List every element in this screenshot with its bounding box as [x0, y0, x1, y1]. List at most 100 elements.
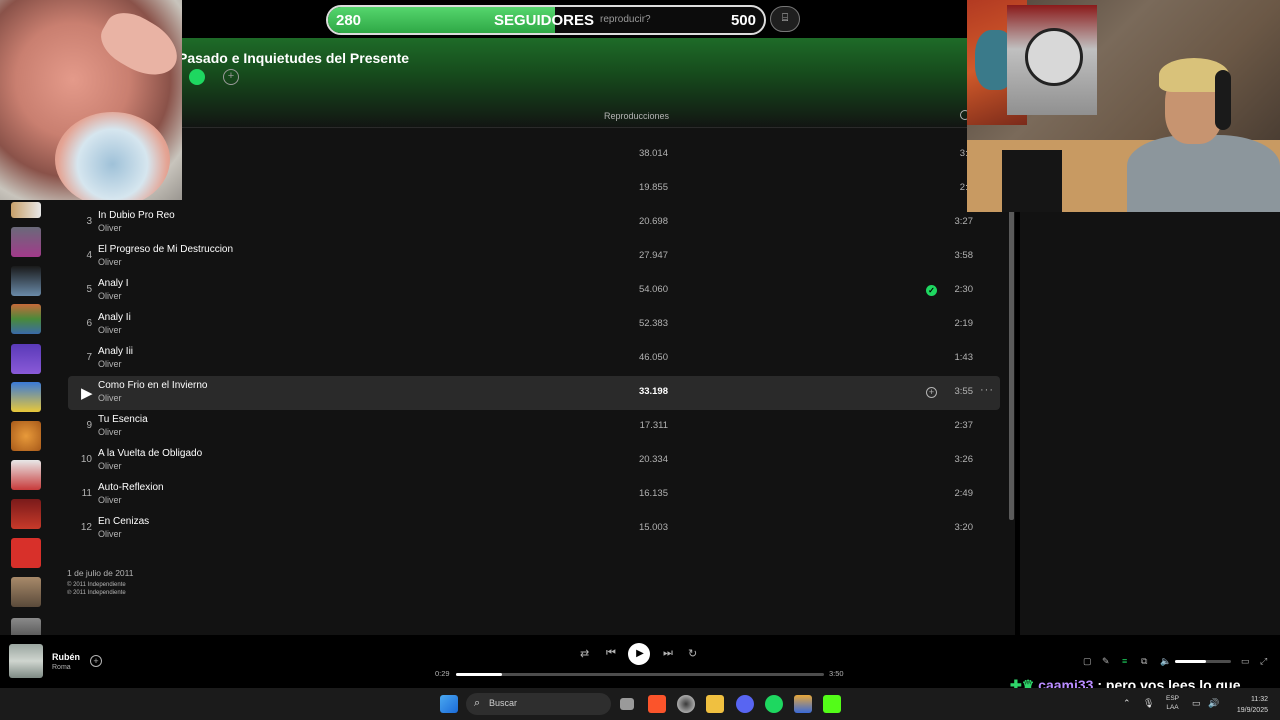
- volume-icon[interactable]: 🔈: [1160, 656, 1171, 667]
- track-plays: 19.855: [638, 182, 668, 193]
- track-title[interactable]: Analy Iii: [98, 346, 133, 357]
- track-title[interactable]: Como Frio en el Invierno: [98, 380, 208, 391]
- track-duration: 2:49: [954, 488, 974, 499]
- now-playing-artist[interactable]: Roma: [52, 664, 71, 671]
- track-row[interactable]: 3 In Dubio Pro Reo Oliver 20.698 3:27: [68, 206, 1000, 240]
- queue-icon[interactable]: ≡: [1122, 656, 1127, 666]
- library-item[interactable]: [11, 421, 41, 451]
- windows-icon[interactable]: [440, 695, 458, 713]
- track-duration: 3:27: [954, 216, 974, 227]
- connect-device-icon[interactable]: ⧉: [1141, 656, 1147, 667]
- add-icon[interactable]: +: [90, 655, 102, 667]
- screen: Pasado e Inquietudes del Presente + Repr…: [0, 0, 1280, 720]
- library-item[interactable]: [11, 266, 41, 296]
- track-artist[interactable]: Oliver: [98, 461, 122, 471]
- track-row[interactable]: 10 A la Vuelta de Obligado Oliver 20.334 3:2…: [68, 444, 1000, 478]
- follower-count-current: 280: [336, 12, 362, 29]
- language-indicator[interactable]: ESP LAA: [1166, 694, 1179, 712]
- playback-progress[interactable]: [456, 673, 824, 676]
- track-row[interactable]: 4 El Progreso de Mi Destruccion Oliver 27.9…: [68, 240, 1000, 274]
- track-artist[interactable]: Oliver: [98, 223, 122, 233]
- track-title[interactable]: Tu Esencia: [98, 414, 148, 425]
- more-options-icon[interactable]: ···: [980, 384, 994, 396]
- library-item[interactable]: [11, 499, 41, 529]
- track-row[interactable]: mos19.8552:1: [68, 172, 1000, 206]
- tracklist: 38.0143:4mos19.8552:1 3 In Dubio Pro Reo Ol…: [68, 138, 1000, 546]
- track-row[interactable]: 9 Tu Esencia Oliver 17.311 2:37: [68, 410, 1000, 444]
- save-icon[interactable]: ⌸: [770, 6, 800, 32]
- track-title[interactable]: In Dubio Pro Reo: [98, 210, 175, 221]
- track-title[interactable]: El Progreso de Mi Destruccion: [98, 244, 233, 255]
- shuffle-icon[interactable]: ⇄: [580, 647, 589, 660]
- miniplayer-icon[interactable]: ▭: [1241, 656, 1250, 667]
- network-icon[interactable]: ▭: [1192, 698, 1201, 709]
- repeat-icon[interactable]: ↻: [688, 647, 697, 660]
- track-row[interactable]: 12 En Cenizas Oliver 15.003 3:20: [68, 512, 1000, 546]
- library-item[interactable]: [11, 202, 41, 218]
- library-item[interactable]: [11, 344, 41, 374]
- track-artist[interactable]: Oliver: [98, 393, 122, 403]
- saved-check-icon[interactable]: [189, 69, 205, 85]
- track-title[interactable]: En Cenizas: [98, 516, 149, 527]
- library-item[interactable]: [11, 538, 41, 568]
- volume-slider[interactable]: [1175, 660, 1231, 663]
- discord-icon[interactable]: [736, 695, 754, 713]
- library-item[interactable]: [11, 227, 41, 257]
- app-icon[interactable]: [794, 695, 812, 713]
- library-item[interactable]: [11, 577, 41, 607]
- clock[interactable]: 11:32 19/9/2025: [1226, 694, 1268, 716]
- track-row[interactable]: 6 Analy Ii Oliver 52.383 2:19: [68, 308, 1000, 342]
- track-plays: 54.060: [638, 284, 668, 295]
- speaker-icon[interactable]: 🔊: [1208, 698, 1219, 709]
- add-to-library-icon[interactable]: +: [223, 69, 239, 85]
- track-artist[interactable]: Oliver: [98, 427, 122, 437]
- library-item[interactable]: [11, 618, 41, 635]
- track-artist[interactable]: Oliver: [98, 495, 122, 505]
- track-artist[interactable]: Oliver: [98, 291, 122, 301]
- library-item[interactable]: [11, 304, 41, 334]
- monitor: [1002, 150, 1062, 212]
- obs-icon[interactable]: [677, 695, 695, 713]
- tray-overflow-icon[interactable]: ⌃: [1123, 698, 1131, 709]
- track-title[interactable]: Analy I: [98, 278, 129, 289]
- play-icon[interactable]: ▶: [628, 643, 650, 665]
- column-plays[interactable]: Reproducciones: [604, 111, 669, 121]
- brave-icon[interactable]: [648, 695, 666, 713]
- track-row[interactable]: 11 Auto-Reflexion Oliver 16.135 2:49: [68, 478, 1000, 512]
- add-icon[interactable]: +: [926, 387, 937, 398]
- track-artist[interactable]: Oliver: [98, 325, 122, 335]
- task-view-icon[interactable]: [620, 698, 634, 710]
- track-number: 5: [86, 284, 92, 295]
- total-time: 3:50: [829, 669, 844, 678]
- track-title[interactable]: Auto-Reflexion: [98, 482, 164, 493]
- track-row[interactable]: 5 Analy I Oliver 54.060 ✓ 2:30: [68, 274, 1000, 308]
- spotify-icon[interactable]: [765, 695, 783, 713]
- tracklist-scrollbar[interactable]: [1009, 200, 1014, 520]
- kick-icon[interactable]: [823, 695, 841, 713]
- microphone-icon[interactable]: 🎙: [1143, 698, 1154, 709]
- library-item[interactable]: [11, 382, 41, 412]
- file-explorer-icon[interactable]: [706, 695, 724, 713]
- track-row[interactable]: 38.0143:4: [68, 138, 1000, 172]
- now-playing-cover[interactable]: [9, 644, 43, 678]
- previous-icon[interactable]: ⏮: [606, 647, 616, 660]
- lyrics-icon[interactable]: ✎: [1102, 656, 1110, 667]
- library-item[interactable]: [11, 460, 41, 490]
- webcam-hands: [0, 0, 182, 200]
- track-artist[interactable]: Oliver: [98, 257, 122, 267]
- next-icon[interactable]: ⏭: [663, 647, 673, 660]
- saved-check-icon[interactable]: ✓: [926, 285, 937, 296]
- track-title[interactable]: A la Vuelta de Obligado: [98, 448, 202, 459]
- track-artist[interactable]: Oliver: [98, 359, 122, 369]
- track-title[interactable]: Analy Ii: [98, 312, 131, 323]
- now-playing-title[interactable]: Rubén: [52, 652, 80, 662]
- track-row[interactable]: ▶ Como Frio en el Invierno Oliver 33.198 +3:…: [68, 376, 1000, 410]
- hand-shape: [92, 3, 182, 87]
- taskbar-search[interactable]: ⌕ Buscar: [466, 693, 611, 715]
- fullscreen-icon[interactable]: ⤢: [1260, 656, 1267, 667]
- track-row[interactable]: 7 Analy Iii Oliver 46.050 1:43: [68, 342, 1000, 376]
- track-artist[interactable]: Oliver: [98, 529, 122, 539]
- bowl-shape: [55, 112, 170, 200]
- track-number: 4: [86, 250, 92, 261]
- now-playing-view-icon[interactable]: ▢: [1083, 656, 1092, 667]
